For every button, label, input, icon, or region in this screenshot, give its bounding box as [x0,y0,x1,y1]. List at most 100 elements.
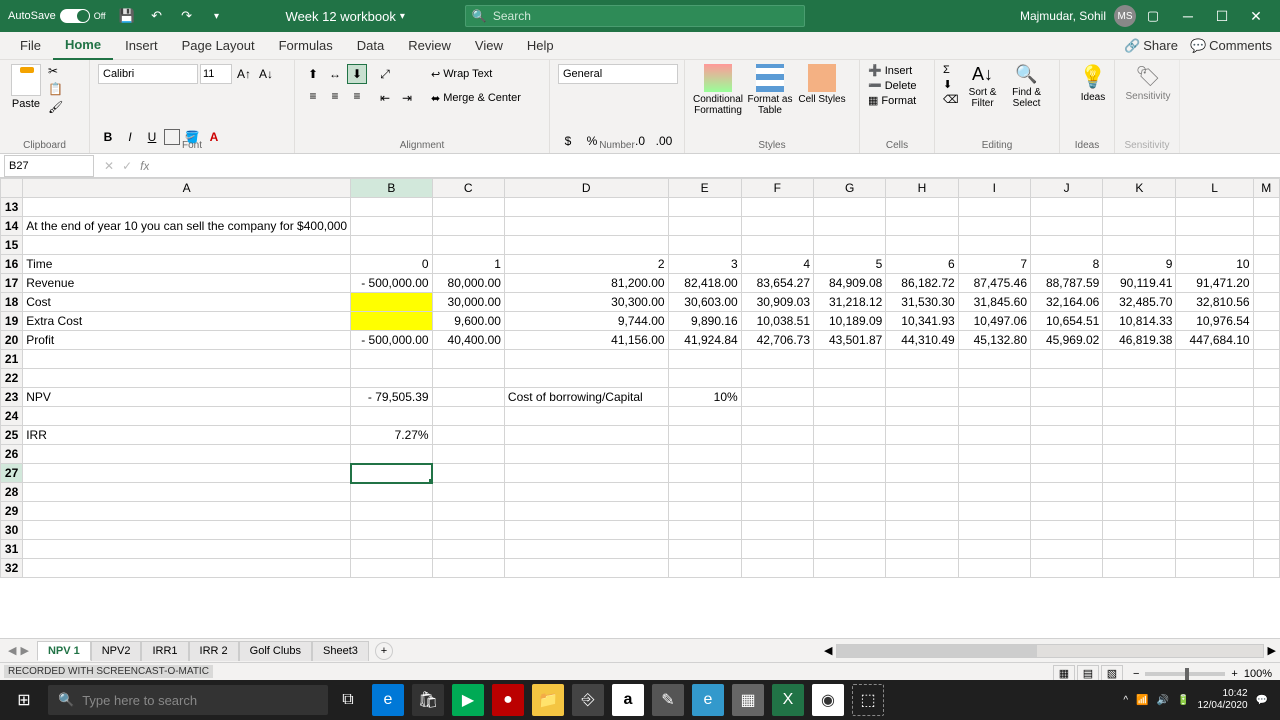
tab-review[interactable]: Review [396,32,463,60]
cell[interactable]: 90,119.41 [1103,274,1176,293]
cell[interactable] [886,369,958,388]
paste-button[interactable]: Paste [8,64,44,114]
font-name-select[interactable] [98,64,198,84]
cell[interactable] [958,407,1030,426]
scroll-thumb[interactable] [837,645,1037,657]
cell[interactable] [351,502,432,521]
cell[interactable]: 87,475.46 [958,274,1030,293]
tab-home[interactable]: Home [53,32,113,60]
cell[interactable] [668,236,741,255]
amazon-icon[interactable]: a [612,684,644,716]
cell[interactable]: Extra Cost [23,312,351,331]
cell[interactable]: 32,810.56 [1176,293,1253,312]
row-header[interactable]: 23 [1,388,23,407]
cell[interactable] [886,502,958,521]
clear-icon[interactable]: ⌫ [943,93,959,106]
cell[interactable] [741,502,813,521]
start-button[interactable]: ⊞ [8,684,40,716]
volume-icon[interactable]: 🔊 [1157,695,1169,706]
cell[interactable]: 32,164.06 [1031,293,1103,312]
share-button[interactable]: 🔗Share [1124,38,1178,54]
cell[interactable] [668,426,741,445]
cell[interactable] [432,540,504,559]
cell[interactable]: 30,000.00 [432,293,504,312]
cell[interactable] [741,540,813,559]
cell[interactable] [23,350,351,369]
row-header[interactable]: 28 [1,483,23,502]
cell[interactable]: 45,969.02 [1031,331,1103,350]
cut-icon[interactable]: ✂ [48,64,63,78]
cell[interactable] [1103,483,1176,502]
align-right-icon[interactable]: ≡ [347,86,367,106]
number-format-select[interactable] [558,64,678,84]
app-icon[interactable]: ● [492,684,524,716]
cell[interactable] [886,350,958,369]
cell[interactable] [814,350,886,369]
cell[interactable]: 83,654.27 [741,274,813,293]
cell[interactable]: 9,600.00 [432,312,504,331]
cell[interactable]: Cost [23,293,351,312]
task-view-icon[interactable]: ⧉ [332,684,364,716]
cell[interactable]: 9 [1103,255,1176,274]
tab-page-layout[interactable]: Page Layout [170,32,267,60]
tab-file[interactable]: File [8,32,53,60]
autosave-toggle[interactable]: AutoSave Off [8,9,106,23]
cell[interactable] [1103,407,1176,426]
insert-button[interactable]: ➕Insert [868,64,926,77]
cell[interactable]: 32,485.70 [1103,293,1176,312]
app-icon[interactable]: ⎆ [572,684,604,716]
cell[interactable] [504,445,668,464]
cell[interactable] [1031,445,1103,464]
row-header[interactable]: 29 [1,502,23,521]
cell[interactable] [351,369,432,388]
cell[interactable] [958,502,1030,521]
cell[interactable] [351,540,432,559]
row-header[interactable]: 15 [1,236,23,255]
excel-icon[interactable]: X [772,684,804,716]
cell[interactable] [1103,236,1176,255]
format-as-table-button[interactable]: Format as Table [745,64,795,116]
undo-icon[interactable]: ↶ [148,7,166,25]
column-header[interactable]: E [668,179,741,198]
cell[interactable] [1253,293,1279,312]
align-bottom-icon[interactable]: ⬇ [347,64,367,84]
tab-data[interactable]: Data [345,32,396,60]
cell[interactable] [741,369,813,388]
cell[interactable] [1031,407,1103,426]
column-header[interactable]: B [351,179,432,198]
cell[interactable] [1176,540,1253,559]
cell[interactable]: 9,890.16 [668,312,741,331]
cell[interactable]: IRR [23,426,351,445]
cell[interactable] [668,445,741,464]
cell[interactable] [1103,198,1176,217]
cell-styles-button[interactable]: Cell Styles [797,64,847,116]
increase-font-icon[interactable]: A↑ [234,64,254,84]
cell[interactable]: 30,603.00 [668,293,741,312]
cell[interactable] [432,407,504,426]
align-left-icon[interactable]: ≡ [303,86,323,106]
cell[interactable] [1253,464,1279,483]
maximize-button[interactable]: ☐ [1206,2,1238,30]
cell[interactable] [958,445,1030,464]
wrap-text-button[interactable]: ↩Wrap Text [431,64,521,84]
zoom-in-icon[interactable]: + [1231,668,1237,680]
row-header[interactable]: 32 [1,559,23,578]
cell[interactable] [814,483,886,502]
cell[interactable] [958,483,1030,502]
row-header[interactable]: 20 [1,331,23,350]
cell[interactable] [1253,255,1279,274]
explorer-icon[interactable]: 📁 [532,684,564,716]
cell[interactable] [432,350,504,369]
cell[interactable] [432,217,504,236]
cell[interactable] [351,521,432,540]
cell[interactable] [23,236,351,255]
cell[interactable] [741,559,813,578]
cell[interactable] [1253,388,1279,407]
cell[interactable]: 88,787.59 [1031,274,1103,293]
cell[interactable] [814,464,886,483]
cell[interactable] [1103,464,1176,483]
cell[interactable] [504,426,668,445]
user-avatar[interactable]: MS [1114,5,1136,27]
edge-icon[interactable]: e [372,684,404,716]
wifi-icon[interactable]: 📶 [1136,695,1148,706]
